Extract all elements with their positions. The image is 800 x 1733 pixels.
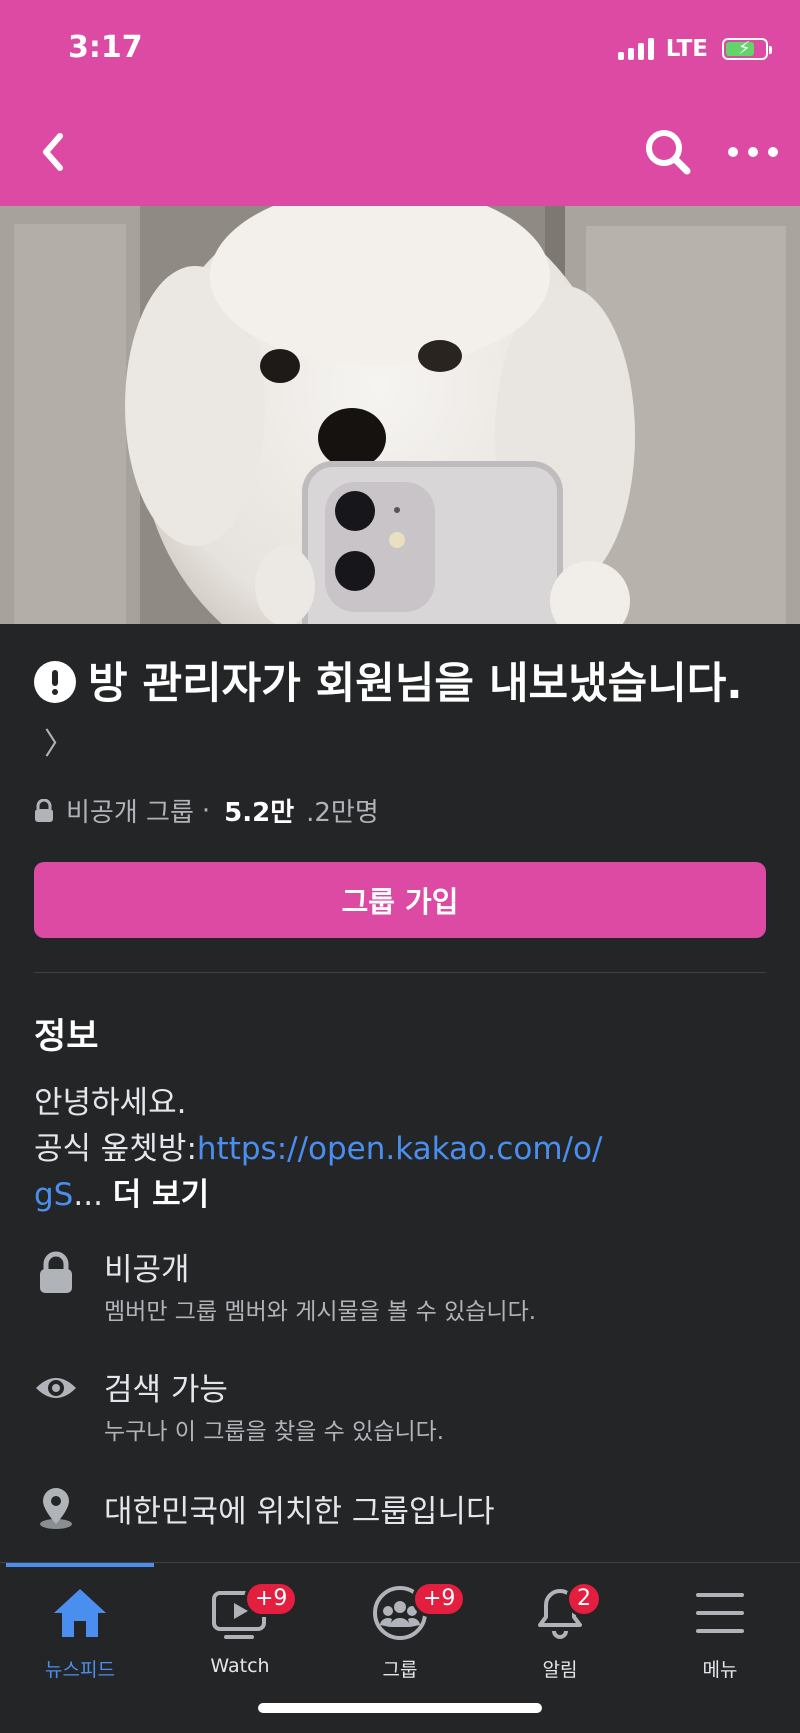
tab-label-newsfeed: 뉴스피드 (45, 1659, 115, 1681)
home-indicator (258, 1703, 542, 1713)
tab-label-groups: 그룹 (382, 1659, 418, 1681)
about-description: 안녕하세요. 공식 옾쳇방:https://open.kakao.com/o/ … (34, 1080, 754, 1218)
eye-icon (36, 1378, 76, 1398)
info-subtitle-searchable: 누구나 이 그룹을 찾을 수 있습니다. (104, 1419, 445, 1445)
groups-badge: +9 (412, 1581, 467, 1617)
watch-badge: +9 (244, 1581, 299, 1617)
info-title-searchable: 검색 가능 (104, 1372, 228, 1408)
status-bar: 3:17 LTE ⚡ (0, 0, 800, 100)
tab-label-notifications: 알림 (542, 1659, 578, 1681)
cover-photo-image (0, 206, 800, 624)
divider (34, 972, 766, 973)
tab-watch[interactable]: +9 Watch (160, 1563, 320, 1683)
tab-label-menu: 메뉴 (702, 1659, 738, 1681)
privacy-label: 비공개 그룹 (66, 798, 194, 828)
tab-label-watch: Watch (210, 1655, 270, 1677)
meta-separator: · (201, 795, 211, 826)
cover-photo[interactable] (0, 206, 800, 624)
notifications-badge: 2 (566, 1581, 602, 1617)
search-button[interactable] (638, 122, 698, 182)
join-group-button[interactable]: 그룹 가입 (34, 862, 766, 938)
info-subtitle-private: 멤버만 그룹 멤버와 게시물을 볼 수 있습니다. (104, 1299, 537, 1325)
network-type: LTE (665, 36, 708, 62)
info-title-location: 대한민국에 위치한 그룹입니다 (104, 1494, 495, 1530)
about-line-1: 안녕하세요. (34, 1085, 187, 1121)
group-title: 방 관리자가 회원님을 내보냈습니다. (88, 659, 743, 709)
search-icon (646, 130, 691, 175)
more-options-button[interactable] (718, 122, 788, 182)
more-dots-icon (728, 147, 778, 157)
nav-bar (0, 100, 800, 206)
info-title-private: 비공개 (104, 1252, 190, 1288)
kakao-link[interactable]: https://open.kakao.com/o/ (197, 1131, 602, 1167)
tab-newsfeed[interactable]: 뉴스피드 (0, 1563, 160, 1683)
back-button[interactable] (30, 122, 90, 182)
battery-icon: ⚡ (722, 38, 772, 60)
member-suffix: .2만명 (306, 798, 379, 828)
lock-icon (40, 1251, 72, 1293)
member-count[interactable]: 5.2만 (224, 792, 294, 829)
chevron-left-icon (43, 133, 63, 171)
group-title-link[interactable]: 방 관리자가 회원님을 내보냈습니다. 〉 (34, 654, 754, 775)
about-heading: 정보 (34, 1017, 99, 1057)
tab-menu[interactable]: 메뉴 (640, 1563, 800, 1683)
status-indicators: LTE ⚡ (617, 36, 772, 62)
signal-icon (617, 38, 654, 60)
home-icon (54, 1589, 106, 1637)
location-pin-icon (40, 1488, 72, 1529)
tab-notifications[interactable]: 2 알림 (480, 1563, 640, 1683)
lock-small-icon (35, 798, 53, 822)
ellipsis: ... (73, 1177, 103, 1213)
group-meta: 비공개 그룹 · 5.2만 .2만명 (34, 792, 379, 829)
see-more-link[interactable]: 더 보기 (113, 1177, 209, 1213)
chevron-right-icon: 〉 (44, 727, 74, 762)
status-time: 3:17 (68, 30, 143, 65)
about-line-2-prefix: 공식 옾쳇방: (34, 1131, 197, 1167)
menu-icon (696, 1593, 744, 1633)
tab-groups[interactable]: +9 그룹 (320, 1563, 480, 1683)
exclamation-icon (34, 661, 76, 703)
kakao-link-continued[interactable]: gS (34, 1177, 73, 1213)
